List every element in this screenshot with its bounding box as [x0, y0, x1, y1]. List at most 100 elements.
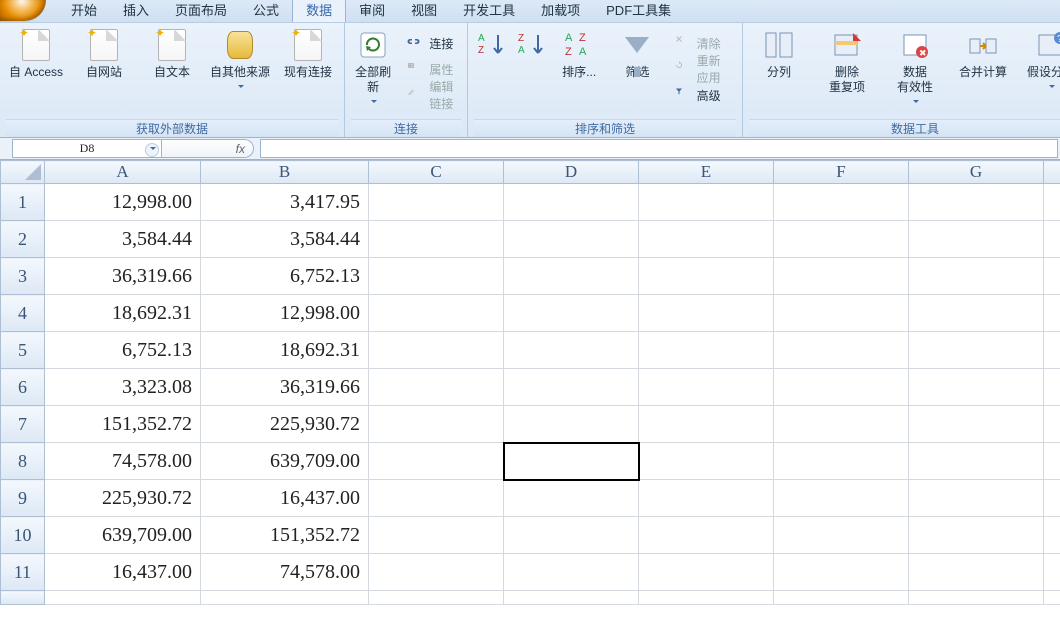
tab-公式[interactable]: 公式 [240, 0, 292, 22]
cell-G3[interactable] [909, 258, 1044, 295]
cell-E6[interactable] [639, 369, 774, 406]
tab-PDF工具集[interactable]: PDF工具集 [593, 0, 684, 22]
cell-D9[interactable] [504, 480, 639, 517]
tab-视图[interactable]: 视图 [398, 0, 450, 22]
cell-H9[interactable] [1044, 480, 1060, 517]
cell-A11[interactable]: 16,437.00 [45, 554, 201, 591]
text-to-col-button[interactable]: 分列 [749, 27, 809, 115]
col-header-C[interactable]: C [369, 161, 504, 184]
cell-G11[interactable] [909, 554, 1044, 591]
cell-G4[interactable] [909, 295, 1044, 332]
row-header-1[interactable]: 1 [1, 184, 45, 221]
existing-conn-button[interactable]: ✦现有连接 [278, 27, 338, 115]
cell-B12[interactable] [201, 591, 369, 605]
spreadsheet-grid[interactable]: ABCDEFGH112,998.003,417.9523,584.443,584… [0, 160, 1060, 629]
cell-H10[interactable] [1044, 517, 1060, 554]
cell-A5[interactable]: 6,752.13 [45, 332, 201, 369]
cell-D8[interactable] [504, 443, 639, 480]
from-web-button[interactable]: ✦自网站 [74, 27, 134, 115]
cell-C5[interactable] [369, 332, 504, 369]
row-header-4[interactable]: 4 [1, 295, 45, 332]
cell-C11[interactable] [369, 554, 504, 591]
refresh-all-button[interactable]: 全部刷新 [351, 27, 395, 115]
col-header-F[interactable]: F [774, 161, 909, 184]
cell-D12[interactable] [504, 591, 639, 605]
cell-E9[interactable] [639, 480, 774, 517]
cell-F7[interactable] [774, 406, 909, 443]
sort-asc-button[interactable]: AZ [474, 27, 506, 115]
row-header-10[interactable]: 10 [1, 517, 45, 554]
cell-C1[interactable] [369, 184, 504, 221]
cell-A3[interactable]: 36,319.66 [45, 258, 201, 295]
cell-B11[interactable]: 74,578.00 [201, 554, 369, 591]
row-header-7[interactable]: 7 [1, 406, 45, 443]
cell-F5[interactable] [774, 332, 909, 369]
cell-E4[interactable] [639, 295, 774, 332]
cell-G5[interactable] [909, 332, 1044, 369]
cell-G2[interactable] [909, 221, 1044, 258]
cell-B2[interactable]: 3,584.44 [201, 221, 369, 258]
row-header-5[interactable]: 5 [1, 332, 45, 369]
cell-C8[interactable] [369, 443, 504, 480]
col-header-E[interactable]: E [639, 161, 774, 184]
cell-C6[interactable] [369, 369, 504, 406]
cell-E2[interactable] [639, 221, 774, 258]
cell-D1[interactable] [504, 184, 639, 221]
name-box-dropdown-icon[interactable] [145, 143, 159, 157]
col-header-H[interactable]: H [1044, 161, 1060, 184]
tab-开发工具[interactable]: 开发工具 [450, 0, 528, 22]
cell-E5[interactable] [639, 332, 774, 369]
name-box[interactable]: D8 [12, 139, 162, 158]
row-header-8[interactable]: 8 [1, 443, 45, 480]
cell-F12[interactable] [774, 591, 909, 605]
cell-B1[interactable]: 3,417.95 [201, 184, 369, 221]
tab-页面布局[interactable]: 页面布局 [162, 0, 240, 22]
select-all-corner[interactable] [1, 161, 45, 184]
cell-B10[interactable]: 151,352.72 [201, 517, 369, 554]
row-header-9[interactable]: 9 [1, 480, 45, 517]
cell-A4[interactable]: 18,692.31 [45, 295, 201, 332]
cell-D6[interactable] [504, 369, 639, 406]
tab-开始[interactable]: 开始 [58, 0, 110, 22]
cell-C10[interactable] [369, 517, 504, 554]
cell-F1[interactable] [774, 184, 909, 221]
from-text-button[interactable]: ✦自文本 [142, 27, 202, 115]
cell-F8[interactable] [774, 443, 909, 480]
cell-C9[interactable] [369, 480, 504, 517]
cell-D11[interactable] [504, 554, 639, 591]
sort-button[interactable]: AZZA排序... [554, 27, 604, 115]
cell-C7[interactable] [369, 406, 504, 443]
cell-D4[interactable] [504, 295, 639, 332]
cell-B5[interactable]: 18,692.31 [201, 332, 369, 369]
cell-B3[interactable]: 6,752.13 [201, 258, 369, 295]
cell-B7[interactable]: 225,930.72 [201, 406, 369, 443]
cell-D10[interactable] [504, 517, 639, 554]
from-other-button[interactable]: 自其他来源 [210, 27, 270, 115]
remove-dup-button[interactable]: 删除 重复项 [817, 27, 877, 115]
cell-H12[interactable] [1044, 591, 1060, 605]
cell-A7[interactable]: 151,352.72 [45, 406, 201, 443]
cell-A10[interactable]: 639,709.00 [45, 517, 201, 554]
cell-A12[interactable] [45, 591, 201, 605]
cell-A8[interactable]: 74,578.00 [45, 443, 201, 480]
cell-D7[interactable] [504, 406, 639, 443]
row-header-3[interactable]: 3 [1, 258, 45, 295]
tab-审阅[interactable]: 审阅 [346, 0, 398, 22]
cell-G6[interactable] [909, 369, 1044, 406]
cell-H4[interactable] [1044, 295, 1060, 332]
cell-H5[interactable] [1044, 332, 1060, 369]
from-access-button[interactable]: ✦自 Access [6, 27, 66, 115]
cell-G7[interactable] [909, 406, 1044, 443]
cell-H6[interactable] [1044, 369, 1060, 406]
cell-C3[interactable] [369, 258, 504, 295]
cell-F10[interactable] [774, 517, 909, 554]
consolidate-button[interactable]: 合并计算 [953, 27, 1013, 115]
formula-input[interactable] [260, 139, 1058, 158]
row-header-12[interactable] [1, 591, 45, 605]
cell-H2[interactable] [1044, 221, 1060, 258]
cell-E11[interactable] [639, 554, 774, 591]
cell-F2[interactable] [774, 221, 909, 258]
cell-A9[interactable]: 225,930.72 [45, 480, 201, 517]
advanced-button[interactable]: 高级 [671, 83, 736, 107]
cell-F9[interactable] [774, 480, 909, 517]
